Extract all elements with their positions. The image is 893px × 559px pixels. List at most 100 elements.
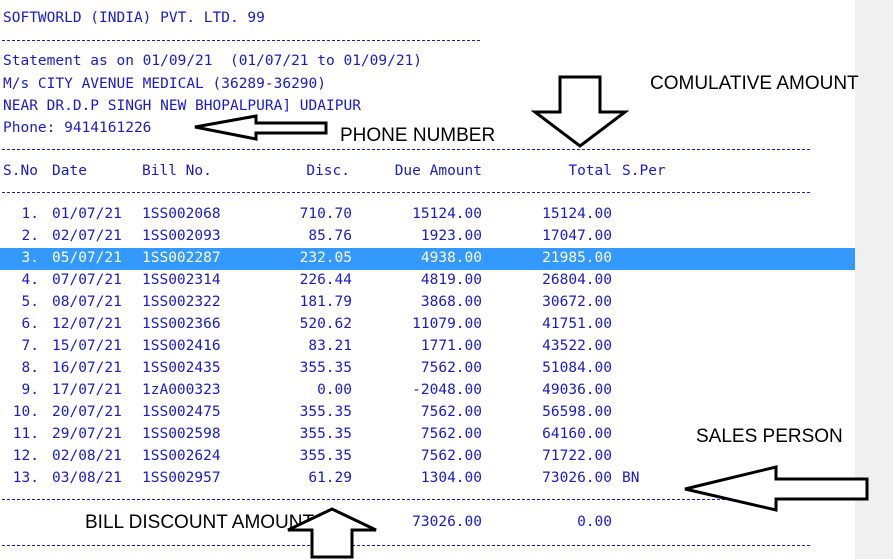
cell-bill-no: 1SS002475	[142, 404, 221, 420]
cell-date: 20/07/21	[52, 404, 122, 420]
cell-due-amount: 7562.00	[420, 426, 482, 442]
cell-due-amount: 11079.00	[412, 316, 482, 332]
table-row[interactable]: 8. 16/07/21 1SS002435 355.35 7562.00 51084.00	[0, 358, 855, 380]
cell-disc: 181.79	[299, 294, 352, 310]
cell-disc: 355.35	[299, 360, 352, 376]
cell-date: 29/07/21	[52, 426, 122, 442]
cell-sno: 13.	[12, 470, 39, 486]
party-name: M/s CITY AVENUE MEDICAL (36289-36290)	[3, 76, 327, 92]
cell-total: 71722.00	[542, 448, 612, 464]
cell-total: 17047.00	[542, 228, 612, 244]
cell-bill-no: 1SS002624	[142, 448, 221, 464]
table-row[interactable]: 4. 07/07/21 1SS002314 226.44 4819.00 26804.00	[0, 270, 855, 292]
cell-date: 01/07/21	[52, 206, 122, 222]
up-arrow-icon	[287, 507, 377, 559]
cell-bill-no: 1SS002366	[142, 316, 221, 332]
cell-date: 16/07/21	[52, 360, 122, 376]
party-phone: Phone: 9414161226	[3, 120, 152, 136]
cell-bill-no: 1SS002416	[142, 338, 221, 354]
cell-total: 15124.00	[542, 206, 612, 222]
table-row[interactable]: 6. 12/07/21 1SS002366 520.62 11079.00 41751.0…	[0, 314, 855, 336]
cell-disc: 520.62	[299, 316, 352, 332]
cell-disc: 355.35	[299, 426, 352, 442]
cell-date: 02/07/21	[52, 228, 122, 244]
statement-period: Statement as on 01/09/21 (01/07/21 to 01…	[3, 53, 423, 69]
cell-sno: 6.	[21, 316, 39, 332]
cell-total: 41751.00	[542, 316, 612, 332]
cell-total: 56598.00	[542, 404, 612, 420]
annotation-bill-discount-amount: BILL DISCOUNT AMOUNT	[85, 512, 315, 533]
cell-disc: 710.70	[299, 206, 352, 222]
cell-total: 64160.00	[542, 426, 612, 442]
col-bill-no: Bill No.	[142, 163, 212, 179]
cell-disc: 355.35	[299, 404, 352, 420]
cell-bill-no: 1SS002598	[142, 426, 221, 442]
cell-date: 15/07/21	[52, 338, 122, 354]
col-sales-person: S.Per	[622, 163, 666, 179]
cell-sno: 12.	[12, 448, 39, 464]
cell-total: 21985.00	[542, 250, 612, 266]
left-arrow-sales-icon	[684, 465, 869, 512]
left-arrow-icon	[194, 114, 328, 141]
cell-disc: 0.00	[317, 382, 352, 398]
table-top-divider	[2, 149, 810, 150]
cell-date: 17/07/21	[52, 382, 122, 398]
footer-divider	[2, 545, 810, 546]
cell-bill-no: 1zA000323	[142, 382, 221, 398]
table-row[interactable]: 1. 01/07/21 1SS002068 710.70 15124.00 15124.0…	[0, 204, 855, 226]
cell-due-amount: 1771.00	[420, 338, 482, 354]
col-disc: Disc.	[306, 163, 350, 179]
cell-bill-no: 1SS002957	[142, 470, 221, 486]
cell-date: 02/08/21	[52, 448, 122, 464]
cell-due-amount: 15124.00	[412, 206, 482, 222]
party-address: NEAR DR.D.P SINGH NEW BHOPALPURA] UDAIPU…	[3, 98, 361, 114]
cell-due-amount: 7562.00	[420, 448, 482, 464]
table-row[interactable]: 7. 15/07/21 1SS002416 83.21 1771.00 43522.00	[0, 336, 855, 358]
cell-sno: 10.	[12, 404, 39, 420]
cell-total: 49036.00	[542, 382, 612, 398]
cell-sno: 5.	[21, 294, 39, 310]
table-row[interactable]: 10. 20/07/21 1SS002475 355.35 7562.00 56598.0…	[0, 402, 855, 424]
cell-disc: 83.21	[308, 338, 352, 354]
cell-disc: 232.05	[299, 250, 352, 266]
cell-due-amount: 1923.00	[420, 228, 482, 244]
table-row[interactable]: 2. 02/07/21 1SS002093 85.76 1923.00 17047.00	[0, 226, 855, 248]
company-name: SOFTWORLD (INDIA) PVT. LTD. 99	[3, 10, 265, 26]
table-row[interactable]: 12. 02/08/21 1SS002624 355.35 7562.00 71722.0…	[0, 446, 855, 468]
cell-due-amount: -2048.00	[412, 382, 482, 398]
cell-due-amount: 1304.00	[420, 470, 482, 486]
cell-bill-no: 1SS002435	[142, 360, 221, 376]
cell-due-amount: 3868.00	[420, 294, 482, 310]
annotation-phone-number: PHONE NUMBER	[340, 125, 496, 146]
cell-sno: 8.	[21, 360, 39, 376]
annotation-cumulative-amount: COMULATIVE AMOUNT	[650, 73, 859, 94]
footer-total: 0.00	[577, 514, 612, 530]
cell-date: 08/07/21	[52, 294, 122, 310]
table-row[interactable]: 5. 08/07/21 1SS002322 181.79 3868.00 30672.00	[0, 292, 855, 314]
cell-bill-no: 1SS002287	[142, 250, 221, 266]
table-row[interactable]: 9. 17/07/21 1zA000323 0.00 -2048.00 49036.00	[0, 380, 855, 402]
cell-date: 03/08/21	[52, 470, 122, 486]
down-arrow-icon	[530, 75, 630, 148]
cell-total: 73026.00	[542, 470, 612, 486]
annotation-sales-person: SALES PERSON	[696, 426, 843, 447]
col-due-amount: Due Amount	[394, 163, 482, 179]
cell-total: 43522.00	[542, 338, 612, 354]
cell-sno: 11.	[12, 426, 39, 442]
cell-sno: 4.	[21, 272, 39, 288]
cell-disc: 226.44	[299, 272, 352, 288]
cell-due-amount: 7562.00	[420, 404, 482, 420]
cell-date: 07/07/21	[52, 272, 122, 288]
col-date: Date	[52, 163, 87, 179]
cell-date: 12/07/21	[52, 316, 122, 332]
cell-sno: 9.	[21, 382, 39, 398]
cell-total: 26804.00	[542, 272, 612, 288]
cell-bill-no: 1SS002068	[142, 206, 221, 222]
table-row[interactable]: 3. 05/07/21 1SS002287 232.05 4938.00 21985.00	[0, 248, 855, 270]
cell-bill-no: 1SS002093	[142, 228, 221, 244]
cell-sno: 1.	[21, 206, 39, 222]
cell-sno: 7.	[21, 338, 39, 354]
cell-disc: 85.76	[308, 228, 352, 244]
footer-due-total: 73026.00	[412, 514, 482, 530]
cell-due-amount: 7562.00	[420, 360, 482, 376]
